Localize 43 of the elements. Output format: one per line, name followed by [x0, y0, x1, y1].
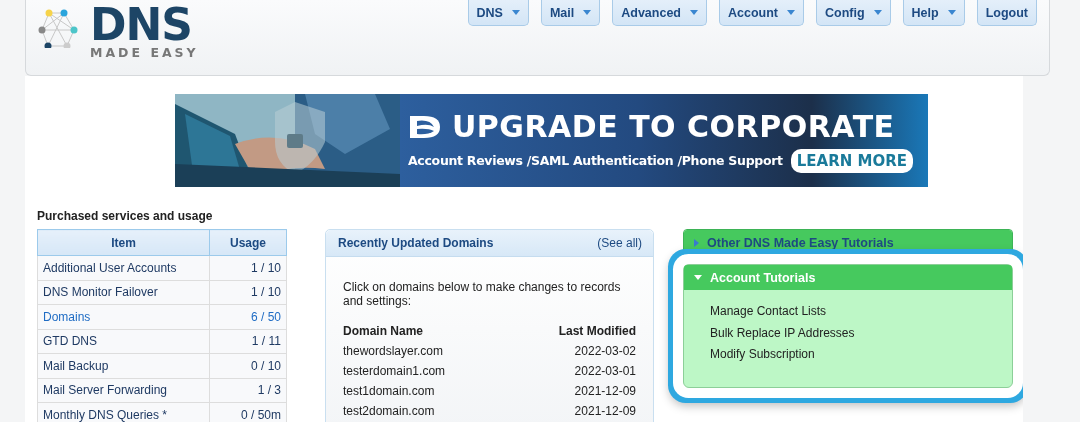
- nav-menu-button[interactable]: Help: [902, 0, 965, 26]
- caret-right-icon: [694, 238, 699, 247]
- accordion-title: Account Tutorials: [710, 270, 816, 285]
- domain-link[interactable]: test1domain.com: [343, 381, 510, 401]
- logo-subtitle: MADE EASY: [90, 46, 199, 60]
- table-cell: DNS Monitor Failover: [37, 280, 210, 305]
- see-all-link[interactable]: (See all): [597, 236, 642, 250]
- column-header: Usage: [209, 229, 287, 256]
- nav-menu-button[interactable]: Account: [719, 0, 804, 26]
- nav-menu-button[interactable]: DNS: [467, 0, 529, 26]
- nav-menu-button[interactable]: Logout: [976, 0, 1037, 26]
- learn-more-button[interactable]: LEARN MORE: [790, 148, 913, 173]
- logo-title: DNS: [90, 4, 193, 46]
- domain-link[interactable]: test2domain.com: [343, 401, 510, 421]
- table-cell: Monthly DNS Queries *: [37, 402, 210, 422]
- date-cell-text: 2021-12-09: [573, 383, 636, 400]
- banner-headline: UPGRADE TO CORPORATE: [452, 108, 895, 145]
- panel-title: Recently Updated Domains: [338, 236, 494, 250]
- accordion-title: Other DNS Made Easy Tutorials: [707, 235, 894, 250]
- nav-menu-button[interactable]: Config: [816, 0, 891, 26]
- tutorial-link[interactable]: Manage Contact Lists: [710, 304, 1012, 326]
- section-title: Purchased services and usage: [37, 209, 214, 223]
- date-cell-text: 2021-12-09: [573, 403, 636, 420]
- domain-link[interactable]: thewordslayer.com: [343, 341, 510, 361]
- tutorial-link[interactable]: Bulk Replace IP Addresses: [710, 325, 1012, 347]
- domain-link[interactable]: testerdomain1.com: [343, 361, 510, 381]
- column-header: Last Modified: [557, 323, 636, 340]
- column-header: Domain Name: [343, 323, 425, 340]
- table-cell: Additional User Accounts: [37, 255, 210, 280]
- table-cell: GTD DNS: [37, 329, 210, 354]
- date-cell-text: 2022-03-01: [573, 363, 636, 380]
- tutorial-link[interactable]: Modify Subscription: [710, 347, 1012, 369]
- nav-menu-button[interactable]: Mail: [540, 0, 601, 26]
- banner-tagline: Account Reviews /SAML Authentication /Phone Support: [408, 153, 783, 168]
- brand-logo-icon: [408, 113, 442, 140]
- nav-menu-button[interactable]: Advanced: [612, 0, 707, 26]
- table-cell: Mail Backup: [37, 353, 210, 378]
- instruction-text: Click on domains below to make changes to records and settings:: [343, 280, 622, 308]
- table-cell-link[interactable]: Domains: [37, 304, 210, 329]
- caret-down-icon: [694, 275, 702, 280]
- table-cell: Mail Server Forwarding: [37, 378, 210, 403]
- column-header: Item: [37, 229, 210, 256]
- date-cell-text: 2022-03-02: [573, 343, 636, 360]
